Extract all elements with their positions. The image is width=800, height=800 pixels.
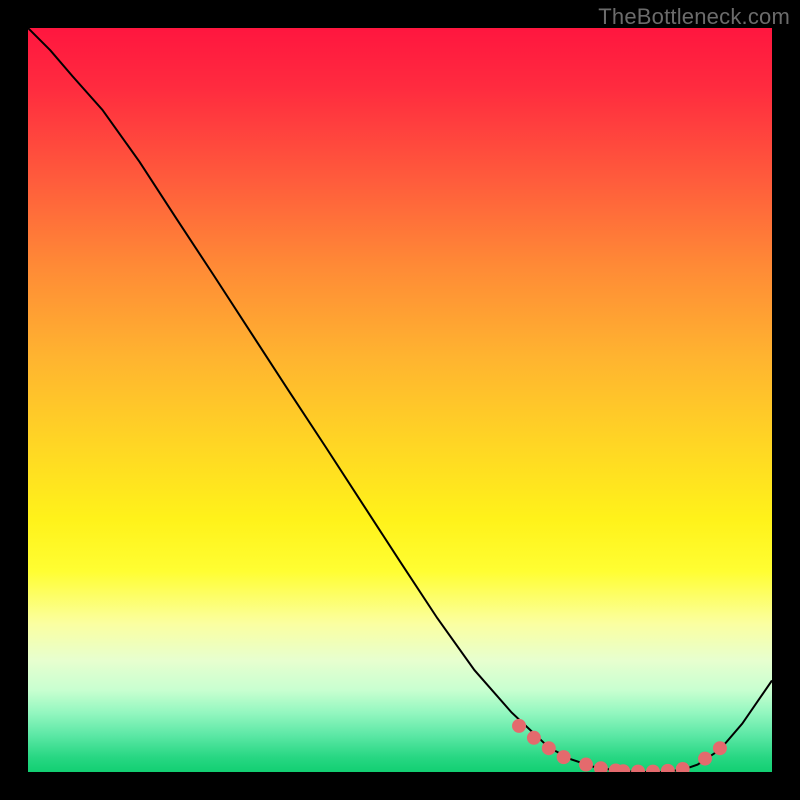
marker-point: [698, 752, 712, 766]
marker-point: [713, 741, 727, 755]
plot-area: [28, 28, 772, 772]
plot-svg: [28, 28, 772, 772]
marker-point: [527, 731, 541, 745]
marker-point: [512, 719, 526, 733]
marker-point: [579, 758, 593, 772]
marker-point: [631, 765, 645, 772]
marker-point: [676, 762, 690, 772]
watermark-text: TheBottleneck.com: [598, 4, 790, 30]
marker-point: [557, 750, 571, 764]
marker-point: [542, 741, 556, 755]
marker-point: [646, 765, 660, 772]
marker-point: [594, 761, 608, 772]
marker-point: [661, 764, 675, 772]
curve-line: [28, 28, 772, 772]
chart-frame: TheBottleneck.com: [0, 0, 800, 800]
markers-group: [512, 719, 727, 772]
